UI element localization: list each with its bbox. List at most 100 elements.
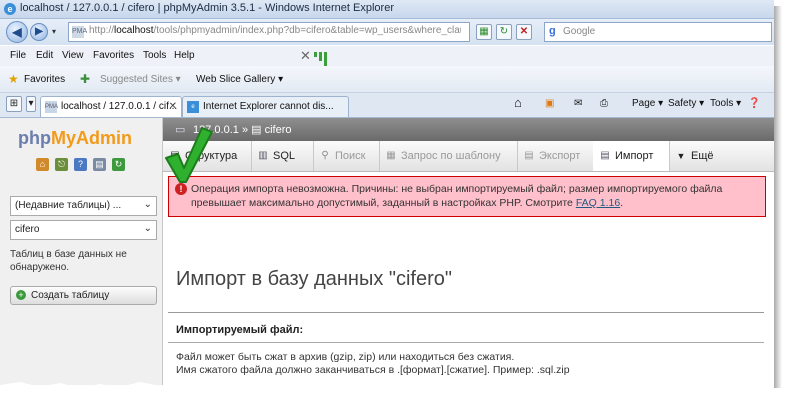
tab-list-icon[interactable]: ▾ (26, 96, 36, 112)
address-bar[interactable]: PMA http://localhost/tools/phpmyadmin/in… (68, 22, 470, 42)
home-icon[interactable]: ⌂ (36, 158, 49, 171)
tab-more-label: Ещё (691, 150, 714, 162)
stop-icon[interactable]: ✕ (516, 24, 532, 40)
query-window-icon[interactable]: ? (74, 158, 87, 171)
database-select-value: cifero (15, 224, 40, 235)
pma-sidebar: phpMyAdmin ⌂ ⎋? ▤ ↻ (Недавние таблицы) ... … (0, 118, 163, 385)
browser-tab-label: Internet Explorer cannot dis... (203, 101, 334, 112)
page-title: Импорт в базу данных "cifero" (176, 268, 452, 290)
address-url[interactable]: http://localhost/tools/phpmyadmin/index.… (89, 25, 461, 36)
compression-hint: Файл может быть сжат в архив (gzip, zip)… (176, 351, 515, 363)
favorites-bar: ★ Favorites ✚ Suggested Sites ▾ Web Slic… (0, 66, 774, 93)
safety-menu[interactable]: Safety ▾ (668, 98, 704, 109)
tab-sql[interactable]: ▥ SQL (251, 141, 314, 171)
torn-edge (0, 382, 774, 385)
tab-import-label: Импорт (615, 150, 654, 162)
breadcrumb-database[interactable]: cifero (265, 124, 292, 136)
browser-tab-ie-error[interactable]: e Internet Explorer cannot dis... (182, 96, 349, 117)
database-select[interactable]: cifero ⌄ (10, 220, 157, 240)
page-menu[interactable]: Page ▾ (632, 98, 663, 109)
menu-help[interactable]: Help (174, 50, 195, 61)
import-icon: ▤ (600, 150, 610, 161)
quick-tabs-icon[interactable]: ⊞ (6, 96, 22, 112)
refresh-icon[interactable]: ↻ (496, 24, 512, 40)
window-title: localhost / 127.0.0.1 / cifero | phpMyAd… (20, 2, 394, 14)
add-icon: + (16, 290, 26, 300)
menu-bar: File Edit View Favorites Tools Help ✕ (0, 46, 774, 66)
tab-export[interactable]: ▤ Экспорт (517, 141, 594, 171)
help-icon[interactable]: ❓ (748, 98, 760, 109)
screenshot: e localhost / 127.0.0.1 / cifero | phpMy… (0, 0, 774, 385)
tab-sql-label: SQL (273, 150, 296, 162)
favorites-button[interactable]: Favorites (24, 74, 65, 85)
recent-tables-value: (Недавние таблицы) ... (15, 200, 122, 211)
filename-hint: Имя сжатого файла должно заканчиваться в… (176, 364, 570, 376)
address-row: ◀ ▶ ▾ PMA http://localhost/tools/phpmyad… (0, 19, 774, 45)
browser-tab-label: localhost / 127.0.0.1 / cif... (61, 101, 178, 112)
tab-search-label: Поиск (335, 150, 366, 162)
page-shadow (774, 6, 782, 388)
web-slice-gallery-link[interactable]: Web Slice Gallery ▾ (196, 74, 283, 85)
ie-tab-icon: e (187, 101, 199, 113)
favorites-star-icon: ★ (8, 72, 19, 86)
database-icon: ▤ (251, 124, 262, 136)
faq-link[interactable]: FAQ 1.16 (576, 197, 620, 209)
docs-icon[interactable]: ▤ (93, 158, 106, 171)
menu-view[interactable]: View (62, 50, 84, 61)
tab-export-label: Экспорт (539, 150, 581, 162)
browser-tab-phpmyadmin[interactable]: PMA localhost / 127.0.0.1 / cif... ✕ (40, 96, 182, 117)
window-titlebar: e localhost / 127.0.0.1 / cifero | phpMy… (0, 0, 774, 19)
chevron-down-icon: ⌄ (143, 199, 152, 210)
print-icon[interactable]: ⎙ (600, 98, 608, 109)
menu-favorites[interactable]: Favorites (93, 50, 134, 61)
create-table-button[interactable]: + Создать таблицу (10, 286, 157, 305)
import-error-message: ! Операция импорта невозможна. Причины: … (168, 176, 766, 217)
export-icon: ▤ (524, 150, 534, 161)
add-favorite-icon[interactable]: ✚ (80, 72, 90, 86)
recent-tables-select[interactable]: (Недавние таблицы) ... ⌄ (10, 196, 157, 216)
pma-top-menu: ▤ Структура ▥ SQL ⚲ Поиск ▦ Запрос по ша… (163, 141, 774, 172)
query-icon: ▦ (386, 150, 396, 161)
menu-edit[interactable]: Edit (36, 50, 53, 61)
suggested-sites-link[interactable]: Suggested Sites ▾ (100, 74, 181, 85)
google-icon: g (549, 25, 556, 37)
divider (168, 312, 764, 313)
checkmark-icon (165, 127, 213, 183)
close-tab-icon[interactable]: ✕ (169, 101, 177, 112)
menu-file[interactable]: File (10, 50, 26, 61)
breadcrumb: ▭ 127.0.0.1 » ▤ cifero (163, 118, 774, 141)
menu-tools[interactable]: Tools (143, 50, 166, 61)
reload-icon[interactable]: ↻ (112, 158, 125, 171)
back-button[interactable]: ◀ (6, 21, 28, 43)
breadcrumb-separator: » (241, 124, 249, 136)
pma-favicon-icon: PMA (45, 101, 58, 113)
search-box[interactable]: g Google (544, 22, 772, 42)
tab-more[interactable]: ▼ Ещё (669, 141, 729, 171)
mail-icon[interactable]: ✉ (574, 98, 582, 109)
forward-button[interactable]: ▶ (30, 23, 48, 41)
exit-icon[interactable]: ⎋ (55, 158, 68, 171)
tab-query[interactable]: ▦ Запрос по шаблону (379, 141, 518, 171)
signal-indicator-icon: ✕ (300, 48, 330, 66)
tab-import[interactable]: ▤ Импорт (593, 141, 670, 171)
tab-search[interactable]: ⚲ Поиск (313, 141, 380, 171)
ie-logo-icon: e (4, 3, 16, 15)
sidebar-icon-row: ⌂ ⎋? ▤ ↻ (36, 158, 131, 171)
history-dropdown-icon[interactable]: ▾ (52, 27, 56, 36)
chevron-down-icon: ⌄ (143, 223, 152, 234)
feeds-icon[interactable]: ▣ (545, 98, 554, 109)
divider (168, 342, 764, 343)
compatibility-icon[interactable]: ▦ (476, 24, 492, 40)
favicon-icon: PMA (72, 26, 87, 38)
search-placeholder: Google (563, 26, 596, 37)
create-table-label: Создать таблицу (31, 290, 110, 301)
import-file-legend: Импортируемый файл: (176, 324, 304, 336)
pma-logo[interactable]: phpMyAdmin (18, 128, 132, 149)
error-text: Операция импорта невозможна. Причины: не… (191, 183, 723, 209)
sql-icon: ▥ (258, 150, 268, 161)
tab-query-label: Запрос по шаблону (401, 150, 501, 162)
search-icon: ⚲ (321, 150, 329, 161)
tools-menu[interactable]: Tools ▾ (710, 98, 741, 109)
no-tables-message: Таблиц в базе данных не обнаружено. (10, 249, 127, 273)
home-icon[interactable]: ⌂ (514, 95, 522, 110)
